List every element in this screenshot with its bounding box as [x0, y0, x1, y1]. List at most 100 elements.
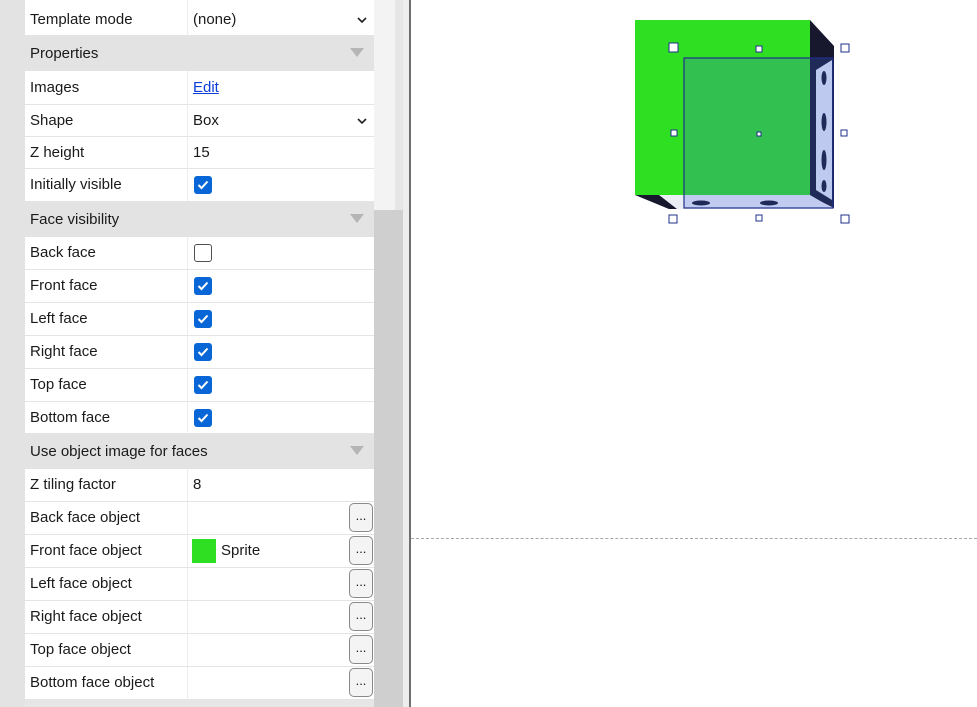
front-face-object-cell: Sprite ...	[187, 535, 374, 567]
chevron-down-icon	[357, 17, 367, 24]
resize-handle-bottom-right[interactable]	[840, 214, 850, 224]
row-top-face: Top face	[25, 369, 374, 402]
left-face-object-cell: ...	[187, 568, 374, 600]
z-height-label: Z height	[30, 144, 85, 161]
section-properties-title: Properties	[30, 45, 99, 62]
scrollbar-thumb[interactable]	[374, 210, 403, 707]
top-face-cell	[187, 369, 374, 401]
resize-handle-bottom[interactable]	[755, 214, 763, 222]
row-back-face: Back face	[25, 237, 374, 270]
row-images: Images Edit	[25, 71, 374, 105]
back-face-object-label: Back face object	[30, 509, 141, 526]
properties-panel: Template mode (none) Properties Images E…	[0, 0, 411, 707]
images-edit-link[interactable]: Edit	[193, 71, 219, 105]
checkmark-icon	[197, 281, 209, 291]
z-tiling-factor-input[interactable]: 8	[187, 469, 374, 501]
checkmark-icon	[197, 347, 209, 357]
collapse-triangle-icon[interactable]	[350, 214, 364, 223]
template-mode-value: (none)	[193, 11, 237, 28]
checkmark-icon	[197, 413, 209, 423]
back-face-label: Back face	[30, 244, 96, 261]
left-face-checkbox[interactable]	[194, 310, 212, 328]
row-right-face-object: Right face object ...	[25, 601, 374, 634]
top-face-checkbox[interactable]	[194, 376, 212, 394]
left-face-object-label: Left face object	[30, 575, 132, 592]
row-shape: Shape Box	[25, 105, 374, 137]
chevron-down-icon	[357, 118, 367, 125]
collapse-triangle-icon[interactable]	[350, 48, 364, 57]
section-face-visibility[interactable]: Face visibility	[25, 202, 374, 237]
top-face-object-label: Top face object	[30, 641, 131, 658]
shape-select[interactable]: Box	[187, 105, 374, 137]
template-mode-select[interactable]: (none)	[187, 0, 374, 36]
right-face-object-browse-button[interactable]: ...	[349, 602, 373, 631]
bottom-face-label: Bottom face	[30, 409, 111, 426]
back-face-checkbox[interactable]	[194, 244, 212, 262]
front-face-object-value: Sprite	[221, 542, 261, 559]
property-grid: Template mode (none) Properties Images E…	[25, 0, 374, 700]
resize-handle-top[interactable]	[755, 45, 763, 53]
z-tiling-factor-label: Z tiling factor	[30, 476, 116, 493]
shape-value: Box	[193, 112, 219, 129]
scene-canvas[interactable]	[411, 0, 977, 707]
row-z-height: Z height 15	[25, 137, 374, 169]
initially-visible-checkbox[interactable]	[194, 176, 212, 194]
back-face-object-browse-button[interactable]: ...	[349, 503, 373, 532]
row-front-face: Front face	[25, 270, 374, 303]
row-top-face-object: Top face object ...	[25, 634, 374, 667]
screen-boundary-line	[411, 538, 977, 539]
row-template-mode: Template mode (none)	[25, 0, 374, 36]
left-face-label: Left face	[30, 310, 88, 327]
bottom-face-object-cell: ...	[187, 667, 374, 699]
resize-handle-top-right[interactable]	[840, 43, 850, 53]
right-face-checkbox[interactable]	[194, 343, 212, 361]
row-bottom-face-object: Bottom face object ...	[25, 667, 374, 700]
bottom-face-object-browse-button[interactable]: ...	[349, 668, 373, 697]
section-properties[interactable]: Properties	[25, 36, 374, 71]
sprite-swatch	[192, 539, 216, 563]
section-face-visibility-title: Face visibility	[30, 211, 120, 228]
scrollbar-track-upper	[374, 0, 395, 210]
template-mode-label: Template mode	[30, 11, 133, 28]
section-object-image[interactable]: Use object image for faces	[25, 434, 374, 469]
bottom-face-cell	[187, 402, 374, 434]
z-tiling-factor-value: 8	[193, 476, 202, 493]
row-right-face: Right face	[25, 336, 374, 369]
front-face-cell	[187, 270, 374, 302]
resize-handle-right[interactable]	[840, 129, 848, 137]
box-3d-object[interactable]	[411, 0, 977, 260]
right-face-cell	[187, 336, 374, 368]
z-height-input[interactable]: 15	[187, 137, 374, 169]
center-handle[interactable]	[756, 131, 762, 137]
row-bottom-face: Bottom face	[25, 402, 374, 434]
row-front-face-object: Front face object Sprite ...	[25, 535, 374, 568]
collapse-triangle-icon[interactable]	[350, 446, 364, 455]
left-face-object-browse-button[interactable]: ...	[349, 569, 373, 598]
shape-label: Shape	[30, 112, 74, 129]
row-left-face: Left face	[25, 303, 374, 336]
front-face-checkbox[interactable]	[194, 277, 212, 295]
panel-left-strip	[0, 0, 25, 707]
images-value-cell: Edit	[187, 71, 374, 105]
bottom-face-checkbox[interactable]	[194, 409, 212, 427]
checkmark-icon	[197, 180, 209, 190]
checkmark-icon	[197, 380, 209, 390]
right-face-object-cell: ...	[187, 601, 374, 633]
resize-handle-bottom-left[interactable]	[668, 214, 678, 224]
top-face-object-cell: ...	[187, 634, 374, 666]
front-face-object-label: Front face object	[30, 542, 142, 559]
right-face-label: Right face	[30, 343, 98, 360]
back-face-cell	[187, 237, 374, 269]
right-face-object-label: Right face object	[30, 608, 142, 625]
top-face-object-browse-button[interactable]: ...	[349, 635, 373, 664]
left-face-cell	[187, 303, 374, 335]
resize-handle-top-left[interactable]	[668, 42, 679, 53]
bottom-face-object-label: Bottom face object	[30, 674, 155, 691]
top-face-label: Top face	[30, 376, 87, 393]
row-back-face-object: Back face object ...	[25, 502, 374, 535]
resize-handle-left[interactable]	[670, 129, 678, 137]
section-object-image-title: Use object image for faces	[30, 443, 208, 460]
front-face-object-browse-button[interactable]: ...	[349, 536, 373, 565]
initially-visible-cell	[187, 169, 374, 201]
back-face-object-cell: ...	[187, 502, 374, 534]
